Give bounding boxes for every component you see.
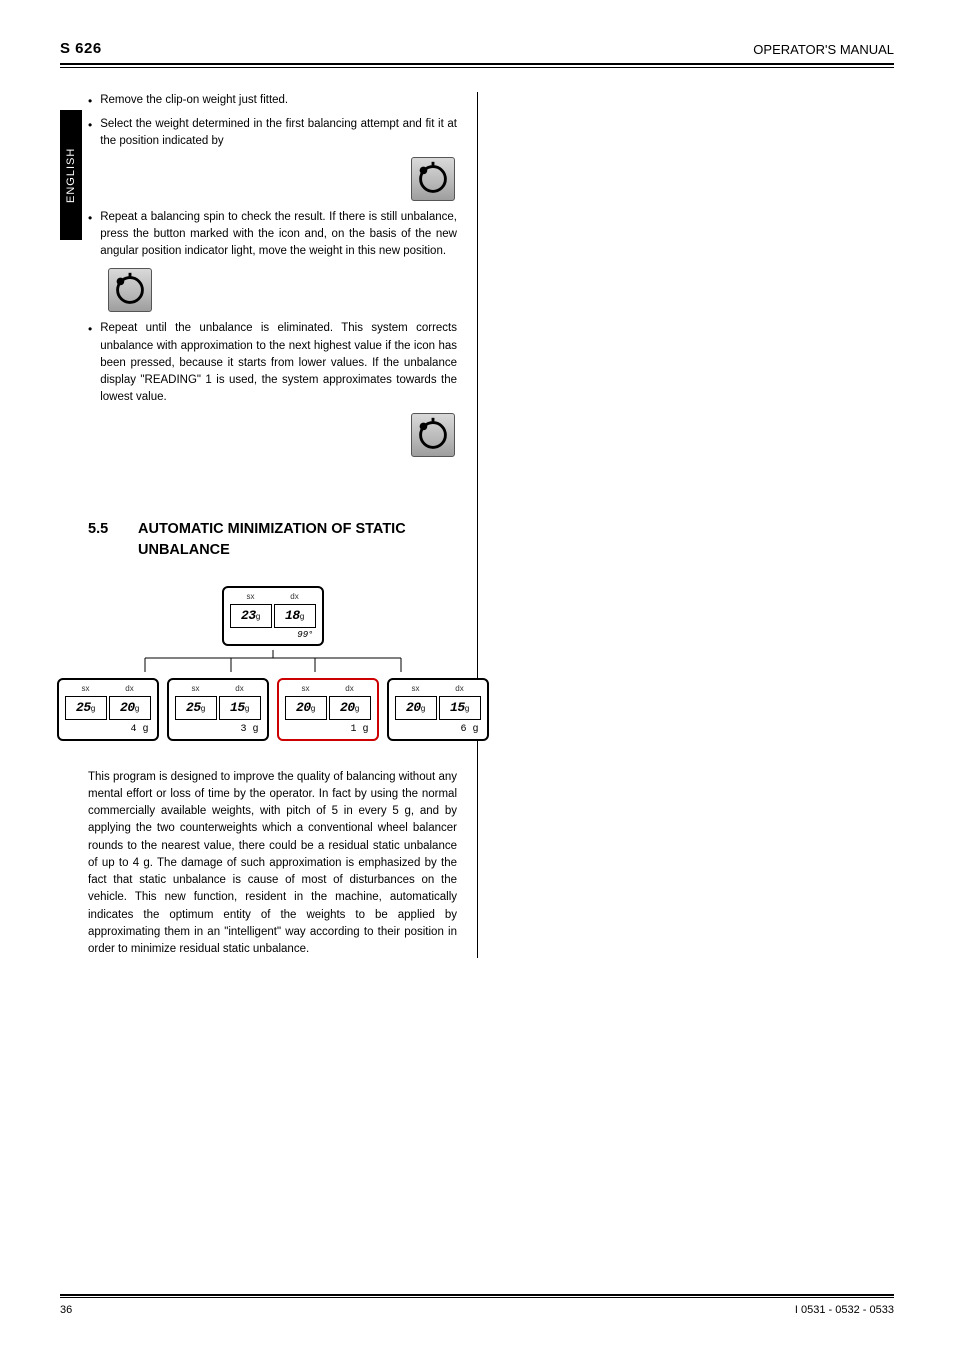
- cell-label-dx: dx: [290, 591, 298, 603]
- body-paragraph: This program is designed to improve the …: [88, 769, 457, 959]
- section-heading: 5.5 AUTOMATIC MINIMIZATION OF STATIC UNB…: [88, 519, 457, 563]
- readout-initial: sx 23g dx 18g 99°: [222, 586, 324, 646]
- page-footer: 36 I 0531 - 0532 - 0533: [60, 1294, 894, 1316]
- residual-value: 4 g: [65, 722, 151, 737]
- left-column: • Remove the clip-on weight just fitted.…: [88, 92, 478, 958]
- bracket-connector: [103, 650, 443, 678]
- language-tab: ENGLISH: [60, 110, 82, 240]
- residual-value: 6 g: [395, 722, 481, 737]
- manual-title: OPERATOR'S MANUAL: [753, 42, 894, 57]
- cell-label-sx: sx: [247, 591, 255, 603]
- readout-option-selected: sx20g dx20g 1 g: [277, 678, 379, 741]
- bullet-dot: •: [88, 116, 92, 134]
- section-title: AUTOMATIC MINIMIZATION OF STATIC UNBALAN…: [138, 519, 457, 563]
- cell-value: 23g: [230, 604, 272, 628]
- bullet-text: Repeat a balancing spin to check the res…: [100, 209, 457, 261]
- bullet-dot: •: [88, 92, 92, 110]
- weight-position-icon: [411, 157, 455, 201]
- bullet-text: Remove the clip-on weight just fitted.: [100, 92, 457, 109]
- brand: S 626: [60, 40, 102, 57]
- bullet-text: Select the weight determined in the firs…: [100, 116, 457, 151]
- right-column: [478, 92, 868, 958]
- page-number: 36: [60, 1304, 72, 1316]
- readout-option: sx25g dx15g 3 g: [167, 678, 269, 741]
- bullet-dot: •: [88, 320, 92, 338]
- doc-id: I 0531 - 0532 - 0533: [795, 1304, 894, 1316]
- minimization-diagram: sx 23g dx 18g 99°: [88, 586, 457, 741]
- header-divider: [60, 63, 894, 65]
- cell-value: 18g: [274, 604, 316, 628]
- weight-position-icon: [411, 413, 455, 457]
- bullet-dot: •: [88, 209, 92, 227]
- header-divider-thin: [60, 67, 894, 68]
- section-number: 5.5: [88, 519, 120, 541]
- residual-value: 1 g: [285, 722, 371, 737]
- residual-angle: 99°: [230, 629, 316, 643]
- residual-value: 3 g: [175, 722, 261, 737]
- readout-option: sx25g dx20g 4 g: [57, 678, 159, 741]
- weight-position-icon: [108, 268, 152, 312]
- bullet-text: Repeat until the unbalance is eliminated…: [100, 320, 457, 406]
- readout-option: sx20g dx15g 6 g: [387, 678, 489, 741]
